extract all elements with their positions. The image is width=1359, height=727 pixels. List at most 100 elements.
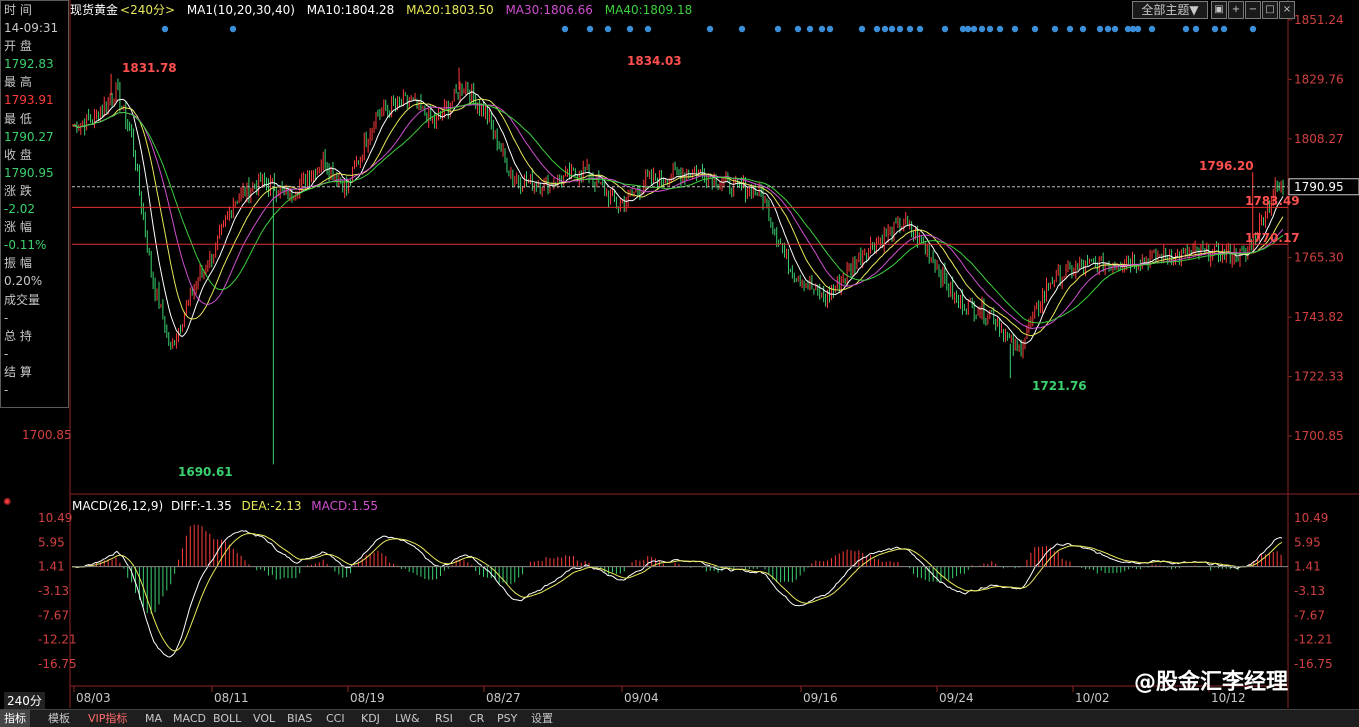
close-icon[interactable]: ×: [1279, 1, 1295, 19]
time-label-1: 08/11: [214, 691, 249, 705]
event-dot-39: [1148, 25, 1156, 33]
macd-axis-right-1: 5.95: [1294, 535, 1321, 549]
event-dot-31: [1066, 25, 1074, 33]
macd-diff: DIFF:-1.35: [170, 499, 232, 513]
macd-axis-right-2: 1.41: [1294, 560, 1321, 574]
macd-axis-left-4: -7.67: [38, 608, 69, 622]
price-axis-label-1: 1829.76: [1294, 72, 1344, 86]
volume-value: -: [4, 310, 9, 325]
close-label: 收 盘: [4, 147, 32, 162]
indicator-tab-bar: 指标 模板 VIP指标 MA MACD BOLL VOL BIAS CCI KD…: [0, 709, 1359, 727]
candlestick-chart[interactable]: 1851.24 1829.76 1808.27 1765.30 1743.82 1722.…: [0, 0, 1359, 726]
amp-value: 0.20%: [4, 274, 43, 289]
event-dot-34: [1104, 25, 1112, 33]
tab-psy[interactable]: PSY: [493, 710, 521, 727]
period-label-bottom[interactable]: 240分: [4, 692, 45, 709]
annotation-0: 1831.78: [122, 61, 177, 75]
event-dot-25: [978, 25, 986, 33]
event-dot-20: [916, 25, 924, 33]
instrument-name[interactable]: 现货黄金: [70, 3, 118, 17]
tab-kdj[interactable]: KDJ: [357, 710, 384, 727]
tab-cr[interactable]: CR: [465, 710, 488, 727]
event-dot-29: [1031, 25, 1039, 33]
time-label: 时 间: [4, 3, 32, 17]
time-label-7: 10/02: [1075, 691, 1110, 705]
event-dot-3: [586, 25, 594, 33]
theme-selector-button[interactable]: 全部主题▼: [1132, 1, 1208, 19]
indicator-header: 现货黄金 <240分> MA1(10,20,30,40) MA10:1804.28…: [70, 0, 700, 20]
event-dot-43: [1220, 25, 1228, 33]
macd-axis-left-2: 1.41: [38, 560, 65, 574]
change-label: 涨 跌: [4, 183, 32, 198]
maximize-icon[interactable]: □: [1262, 1, 1278, 19]
ma20-value: MA20:1803.50: [406, 3, 494, 17]
ma-lines: [72, 91, 1284, 344]
event-dot-17: [888, 25, 896, 33]
time-label-3: 08/27: [486, 691, 521, 705]
tab-rsi[interactable]: RSI: [431, 710, 457, 727]
tab-template[interactable]: 模板: [44, 710, 74, 727]
ma-indicator-label[interactable]: MA1(10,20,30,40): [187, 3, 295, 17]
event-dot-2: [561, 25, 569, 33]
ma30-value: MA30:1806.66: [505, 3, 593, 17]
open-label: 开 盘: [4, 39, 32, 54]
time-label-0: 08/03: [76, 691, 111, 705]
event-dot-26: [986, 25, 994, 33]
panel-settings-icon[interactable]: ✺: [3, 497, 11, 508]
tab-cci[interactable]: CCI: [322, 710, 349, 727]
macd-header: MACD(26,12,9) DIFF:-1.35 DEA:-2.13 MACD:…: [72, 499, 378, 513]
volume-label: 成交量: [4, 292, 41, 307]
time-value: 14-09:31: [4, 21, 59, 36]
period-selector[interactable]: <240分>: [120, 3, 175, 17]
change-value: -2.02: [4, 202, 36, 217]
macd-axis-right-6: -16.75: [1294, 657, 1333, 671]
event-dot-33: [1096, 25, 1104, 33]
event-dot-21: [941, 25, 949, 33]
tab-vol[interactable]: VOL: [249, 710, 279, 727]
event-dot-16: [881, 25, 889, 33]
macd-title[interactable]: MACD(26,12,9): [72, 499, 163, 513]
tab-indicator[interactable]: 指标: [0, 710, 30, 727]
open-interest-label: 总 持: [4, 328, 32, 343]
minimize-icon[interactable]: −: [1245, 1, 1261, 19]
event-dot-0: [161, 25, 169, 33]
price-axis-label-3: 1765.30: [1294, 251, 1344, 265]
macd-axis-left-3: -3.13: [38, 584, 69, 598]
restore-icon[interactable]: ▣: [1211, 1, 1227, 19]
ma40-line: [72, 102, 1284, 324]
event-dot-24: [970, 25, 978, 33]
event-dot-18: [896, 25, 904, 33]
pct-value: -0.11%: [4, 238, 47, 253]
quote-info-panel: 时 间 14-09:31 开 盘 1792.83 最 高 1793.91 最 低…: [0, 0, 69, 408]
time-label-2: 08/19: [350, 691, 385, 705]
low-label: 最 低: [4, 111, 32, 126]
event-dot-27: [996, 25, 1004, 33]
event-dot-8: [738, 25, 746, 33]
price-axis-label-6: 1700.85: [1294, 429, 1344, 443]
event-dots: [161, 25, 1257, 33]
price-axis-label-4: 1743.82: [1294, 310, 1344, 324]
tab-ma[interactable]: MA: [141, 710, 166, 727]
tab-settings[interactable]: 设置: [527, 710, 557, 727]
event-dot-41: [1192, 25, 1200, 33]
settle-label: 结 算: [4, 364, 32, 379]
macd-axis-left-0: 10.49: [38, 511, 72, 525]
chart-window: 1851.24 1829.76 1808.27 1765.30 1743.82 1722.…: [0, 0, 1359, 727]
annotation-2: 1690.61: [178, 465, 233, 479]
event-dot-28: [1011, 25, 1019, 33]
open-value: 1792.83: [4, 57, 54, 72]
pct-label: 涨 幅: [4, 220, 32, 235]
add-icon[interactable]: +: [1228, 1, 1244, 19]
current-price-label: 1790.95: [1294, 180, 1344, 194]
event-dot-35: [1111, 25, 1119, 33]
settle-value: -: [4, 382, 9, 397]
tab-vip-indicator[interactable]: VIP指标: [84, 710, 131, 727]
tab-boll[interactable]: BOLL: [209, 710, 245, 727]
event-dot-4: [604, 25, 612, 33]
macd-panel: [71, 524, 1283, 658]
event-dot-15: [873, 25, 881, 33]
tab-macd[interactable]: MACD: [169, 710, 210, 727]
tab-lwr[interactable]: LW&: [391, 710, 424, 727]
tab-bias[interactable]: BIAS: [283, 710, 316, 727]
price-axis: 1851.24 1829.76 1808.27 1765.30 1743.82 1722.…: [1288, 13, 1359, 443]
